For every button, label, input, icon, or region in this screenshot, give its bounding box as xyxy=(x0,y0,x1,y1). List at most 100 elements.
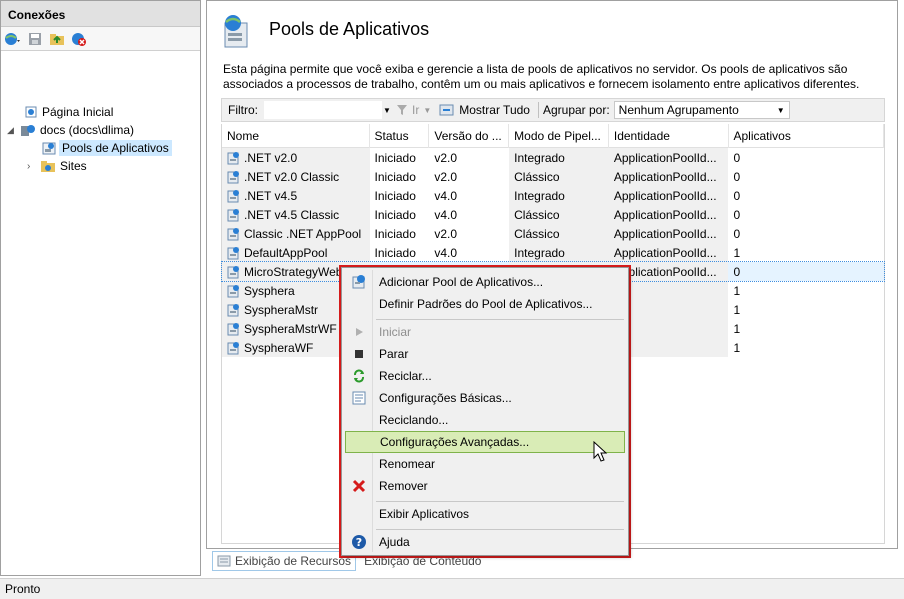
table-cell-mode: Clássico xyxy=(509,167,609,186)
table-row[interactable]: .NET v4.5 Classic Iniciado v4.0 Clássico App… xyxy=(222,205,884,224)
table-cell-apps: 0 xyxy=(728,186,884,205)
expand-arrow-icon[interactable]: › xyxy=(27,161,39,172)
table-cell-text: 0 xyxy=(733,207,741,222)
table-cell-mode: Clássico xyxy=(509,205,609,224)
table-cell-text: ApplicationPoolId... xyxy=(613,207,717,222)
show-all-label: Mostrar Tudo xyxy=(459,103,530,117)
go-label: Ir xyxy=(412,103,420,117)
disconnect-icon[interactable] xyxy=(70,30,88,48)
menu-item-add-pool[interactable]: Adicionar Pool de Aplicativos... xyxy=(345,271,625,293)
column-header-name[interactable]: ⌃ Nome xyxy=(222,124,370,148)
save-icon[interactable] xyxy=(26,30,44,48)
table-row[interactable]: Classic .NET AppPool Iniciado v2.0 Clássico… xyxy=(222,224,884,243)
column-header-identity[interactable]: Identidade xyxy=(609,124,729,148)
tree-item-home[interactable]: Página Inicial xyxy=(23,103,116,121)
menu-item-help[interactable]: ? Ajuda xyxy=(345,531,625,553)
menu-item-label: Renomear xyxy=(379,457,436,471)
tree-item-sites-label: Sites xyxy=(60,159,87,173)
tree-item-app-pools[interactable]: Pools de Aplicativos xyxy=(41,139,172,157)
table-cell-text: v4.0 xyxy=(434,207,458,222)
tree-item-server[interactable]: ◢ docs (docs\dlima) xyxy=(7,121,137,139)
table-cell-identity: ApplicationPoolId... xyxy=(608,186,729,205)
table-cell-text: Clássico xyxy=(514,207,560,222)
settings-document-icon xyxy=(345,387,373,409)
group-by-select[interactable]: Nenhum Agrupamento ▼ xyxy=(613,101,790,119)
table-cell-name: .NET v2.0 xyxy=(222,148,370,167)
menu-icon-spacer xyxy=(345,453,373,475)
menu-item-advanced-settings[interactable]: Configurações Avançadas... xyxy=(345,431,625,453)
menu-item-label: Reciclar... xyxy=(379,369,432,383)
table-cell-text: DefaultAppPool xyxy=(244,245,328,260)
table-cell-name: .NET v4.5 Classic xyxy=(222,205,370,224)
show-all-button[interactable]: Mostrar Tudo xyxy=(435,103,534,117)
tree-item-app-pools-label: Pools de Aplicativos xyxy=(59,140,172,156)
table-row[interactable]: .NET v2.0 Classic Iniciado v2.0 Clássico App… xyxy=(222,167,884,186)
table-cell-text: Iniciado xyxy=(374,226,416,241)
table-row[interactable]: .NET v2.0 Iniciado v2.0 Integrado Applicatio… xyxy=(222,148,884,167)
table-cell-name: Classic .NET AppPool xyxy=(222,224,370,243)
table-cell-text: v4.0 xyxy=(434,245,458,260)
table-cell-mode: Integrado xyxy=(509,148,609,167)
connections-tree: Página Inicial ◢ docs (docs\dlima) Pools… xyxy=(1,51,200,173)
table-cell-text: ApplicationPoolId... xyxy=(613,245,717,260)
add-pool-icon xyxy=(345,271,373,293)
collapse-arrow-icon[interactable]: ◢ xyxy=(7,125,19,136)
column-header-apps[interactable]: Aplicativos xyxy=(729,124,885,148)
table-cell-identity: ApplicationPoolId... xyxy=(608,224,729,243)
menu-item-recycling[interactable]: Reciclando... xyxy=(345,409,625,431)
app-pools-header-icon xyxy=(224,15,248,48)
menu-icon-spacer xyxy=(345,503,373,525)
app-pool-icon xyxy=(227,265,239,278)
tree-item-sites[interactable]: › Sites xyxy=(27,157,90,175)
menu-item-set-defaults[interactable]: Definir Padrões do Pool de Aplicativos..… xyxy=(345,293,625,315)
app-pool-icon xyxy=(227,227,239,240)
table-cell-version: v4.0 xyxy=(429,186,509,205)
go-button[interactable]: Ir ▼ xyxy=(392,103,435,117)
table-cell-text: Clássico xyxy=(514,226,560,241)
menu-item-view-apps[interactable]: Exibir Aplicativos xyxy=(345,503,625,525)
app-pool-icon xyxy=(227,170,239,183)
menu-item-start: Iniciar xyxy=(345,321,625,343)
server-icon xyxy=(21,125,35,136)
table-cell-status: Iniciado xyxy=(370,148,430,167)
up-folder-icon[interactable] xyxy=(48,30,66,48)
go-dropdown-icon[interactable]: ▼ xyxy=(423,106,431,115)
connections-panel: Conexões Página Inicial ◢ docs (docs\dli… xyxy=(0,0,201,576)
table-cell-text: ApplicationPoolId... xyxy=(613,188,717,203)
tab-features-view[interactable]: Exibição de Recursos xyxy=(212,551,357,571)
column-header-status[interactable]: Status xyxy=(370,124,430,148)
table-cell-version: v4.0 xyxy=(429,243,509,262)
table-cell-text: ApplicationPoolId... xyxy=(613,169,717,184)
filter-input[interactable] xyxy=(264,101,382,119)
table-row[interactable]: DefaultAppPool Iniciado v4.0 Integrado Appli… xyxy=(222,243,884,262)
table-cell-text: ApplicationPoolId... xyxy=(613,226,717,241)
table-cell-status: Iniciado xyxy=(370,205,430,224)
menu-item-stop[interactable]: Parar xyxy=(345,343,625,365)
table-cell-text: 1 xyxy=(733,245,741,260)
table-cell-text: MicroStrategyWeb xyxy=(244,264,343,279)
menu-item-rename[interactable]: Renomear xyxy=(345,453,625,475)
column-header-pipeline[interactable]: Modo de Pipel... xyxy=(509,124,609,148)
table-cell-text: SyspheraMstrWF xyxy=(244,321,337,336)
column-header-version[interactable]: Versão do ... xyxy=(429,124,510,148)
table-cell-apps: 0 xyxy=(728,205,884,224)
show-all-icon xyxy=(439,104,454,116)
globe-connect-icon[interactable] xyxy=(4,30,22,48)
funnel-icon xyxy=(397,105,407,115)
status-bar: Pronto xyxy=(0,578,904,599)
table-cell-version: v2.0 xyxy=(429,167,509,186)
app-pool-icon xyxy=(227,151,239,164)
stop-icon xyxy=(345,343,373,365)
filter-dropdown-icon[interactable]: ▼ xyxy=(382,106,392,115)
table-cell-apps: 0 xyxy=(728,262,884,281)
table-cell-text: .NET v4.5 Classic xyxy=(244,207,340,222)
table-cell-text: ApplicationPoolId... xyxy=(613,150,717,165)
menu-item-remove[interactable]: Remover xyxy=(345,475,625,497)
menu-item-recycle[interactable]: Reciclar... xyxy=(345,365,625,387)
table-header: ⌃ Nome Status Versão do ... Modo de Pipe… xyxy=(222,124,885,148)
table-cell-apps: 0 xyxy=(728,148,884,167)
table-cell-apps: 1 xyxy=(728,319,884,338)
menu-item-basic-settings[interactable]: Configurações Básicas... xyxy=(345,387,625,409)
table-row[interactable]: .NET v4.5 Iniciado v4.0 Integrado Applicatio… xyxy=(222,186,884,205)
table-cell-text: .NET v2.0 Classic xyxy=(244,169,340,184)
